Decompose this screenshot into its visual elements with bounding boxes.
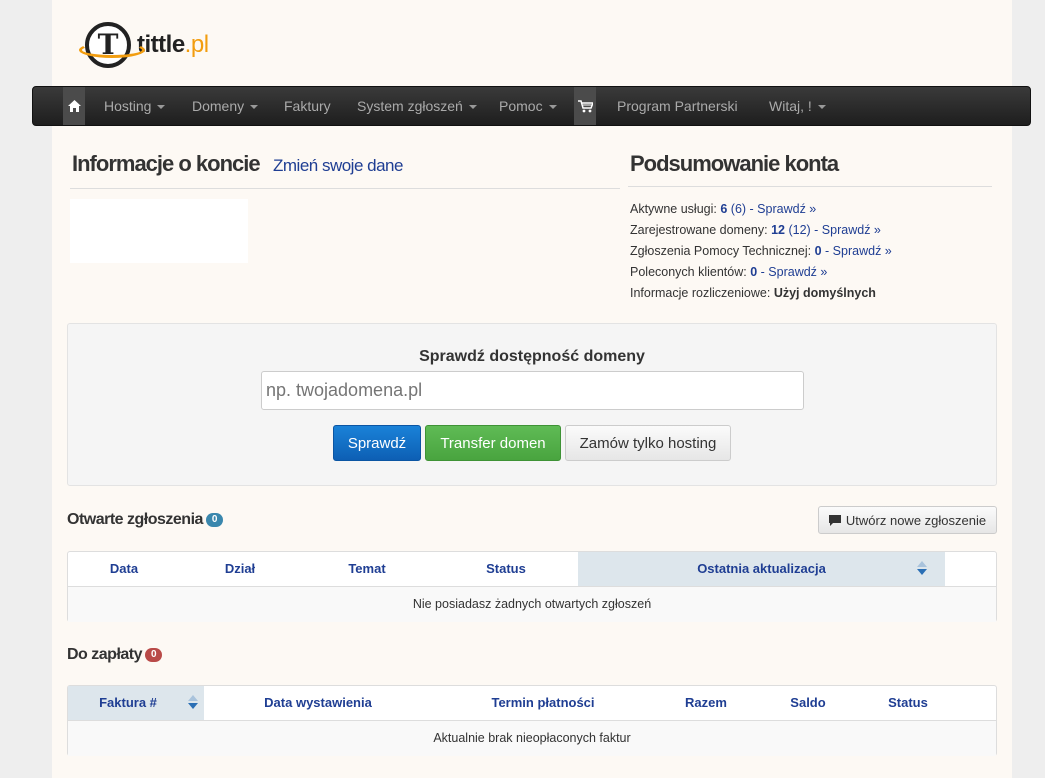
col-status[interactable]: Status bbox=[434, 552, 578, 586]
table-header: Faktura # Data wystawienia Termin płatno… bbox=[68, 686, 996, 721]
account-details-box bbox=[70, 199, 248, 263]
main-navbar: Hosting Domeny Faktury System zgłoszeń P… bbox=[32, 86, 1031, 126]
chevron-down-icon bbox=[468, 105, 477, 110]
col-razem[interactable]: Razem bbox=[654, 686, 758, 720]
summary-label: Aktywne usługi: bbox=[630, 202, 717, 216]
new-ticket-label: Utwórz nowe zgłoszenie bbox=[845, 512, 987, 528]
col-ostatnia-aktualizacja[interactable]: Ostatnia aktualizacja bbox=[578, 552, 945, 586]
col-saldo[interactable]: Saldo bbox=[758, 686, 858, 720]
nav-pomoc[interactable]: Pomoc bbox=[499, 87, 557, 125]
summary-label: Poleconych klientów: bbox=[630, 265, 747, 279]
nav-user-menu[interactable]: Witaj, ! bbox=[769, 87, 826, 125]
unpaid-heading: Do zapłaty 0 bbox=[67, 646, 163, 664]
divider bbox=[70, 188, 620, 189]
nav-domeny[interactable]: Domeny bbox=[192, 87, 259, 125]
col-termin-platnosci[interactable]: Termin płatności bbox=[432, 686, 654, 720]
account-info-title: Informacje o koncie bbox=[72, 151, 261, 176]
unpaid-invoices-table: Faktura # Data wystawienia Termin płatno… bbox=[67, 685, 997, 756]
check-services-link[interactable]: - Sprawdź » bbox=[750, 202, 817, 216]
summary-count: 0 bbox=[750, 265, 758, 279]
billing-value: Użyj domyślnych bbox=[773, 286, 876, 300]
edit-account-link[interactable]: Zmień swoje dane bbox=[273, 156, 403, 176]
col-faktura[interactable]: Faktura # bbox=[68, 686, 204, 720]
nav-system-zgloszen-label: System zgłoszeń bbox=[357, 98, 463, 114]
summary-count: 0 bbox=[814, 244, 822, 258]
col-status[interactable]: Status bbox=[858, 686, 958, 720]
nav-hosting-label: Hosting bbox=[104, 98, 152, 114]
nav-cart[interactable] bbox=[574, 87, 596, 125]
domain-check-title: Sprawdź dostępność domeny bbox=[419, 348, 645, 365]
comment-icon bbox=[828, 514, 841, 526]
summary-label: Informacje rozliczeniowe: bbox=[630, 286, 771, 300]
summary-count: 6 bbox=[720, 202, 728, 216]
nav-user-menu-label: Witaj, ! bbox=[769, 98, 812, 114]
unpaid-title: Do zapłaty bbox=[67, 646, 143, 663]
nav-program-partnerski-label: Program Partnerski bbox=[617, 98, 738, 114]
chevron-down-icon bbox=[157, 105, 166, 110]
col-ostatnia-aktualizacja-label: Ostatnia aktualizacja bbox=[697, 561, 826, 576]
cart-icon bbox=[577, 99, 593, 112]
logo-name: tittle bbox=[137, 31, 185, 58]
site-logo[interactable]: T tittle.pl bbox=[79, 22, 209, 68]
check-domain-button[interactable]: Sprawdź bbox=[333, 425, 421, 461]
chevron-down-icon bbox=[548, 105, 557, 110]
sort-icon bbox=[917, 561, 927, 579]
tickets-count-badge: 0 bbox=[205, 512, 223, 527]
check-referrals-link[interactable]: - Sprawdź » bbox=[761, 265, 828, 279]
chevron-down-icon bbox=[817, 105, 826, 110]
logo-mark: T bbox=[79, 22, 145, 68]
nav-home[interactable] bbox=[63, 87, 85, 125]
transfer-domain-button[interactable]: Transfer domen bbox=[425, 425, 561, 461]
col-faktura-label: Faktura # bbox=[99, 695, 157, 710]
account-summary-list: Aktywne usługi: 6 (6) - Sprawdź » Zareje… bbox=[630, 199, 892, 304]
empty-table-message: Aktualnie brak nieopłaconych faktur bbox=[68, 721, 996, 756]
table-header: Data Dział Temat Status Ostatnia aktuali… bbox=[68, 552, 996, 587]
summary-row-tickets: Zgłoszenia Pomocy Technicznej: 0 - Spraw… bbox=[630, 241, 892, 262]
nav-program-partnerski[interactable]: Program Partnerski bbox=[617, 87, 738, 125]
logo-text: tittle.pl bbox=[137, 31, 209, 59]
col-data[interactable]: Data bbox=[68, 552, 180, 586]
summary-row-billing: Informacje rozliczeniowe: Użyj domyślnyc… bbox=[630, 283, 892, 304]
open-tickets-heading: Otwarte zgłoszenia 0 bbox=[67, 511, 223, 529]
col-dzial[interactable]: Dział bbox=[180, 552, 300, 586]
nav-system-zgloszen[interactable]: System zgłoszeń bbox=[357, 87, 477, 125]
summary-total: (12) bbox=[788, 223, 811, 237]
logo-tld: .pl bbox=[184, 31, 209, 58]
order-hosting-button[interactable]: Zamów tylko hosting bbox=[565, 425, 731, 461]
check-domains-link[interactable]: - Sprawdź » bbox=[814, 223, 881, 237]
summary-label: Zarejestrowane domeny: bbox=[630, 223, 768, 237]
col-temat[interactable]: Temat bbox=[300, 552, 434, 586]
col-data-wystawienia[interactable]: Data wystawienia bbox=[204, 686, 432, 720]
sort-icon bbox=[188, 695, 198, 713]
nav-domeny-label: Domeny bbox=[192, 98, 245, 114]
nav-faktury-label: Faktury bbox=[284, 98, 331, 114]
empty-table-message: Nie posiadasz żadnych otwartych zgłoszeń bbox=[68, 587, 996, 622]
summary-count: 12 bbox=[771, 223, 785, 237]
summary-row-services: Aktywne usługi: 6 (6) - Sprawdź » bbox=[630, 199, 892, 220]
logo-ring bbox=[79, 42, 145, 58]
open-tickets-title: Otwarte zgłoszenia bbox=[67, 511, 203, 528]
domain-check-panel: Sprawdź dostępność domeny Sprawdź Transf… bbox=[67, 323, 997, 486]
unpaid-count-badge: 0 bbox=[145, 647, 163, 662]
divider bbox=[628, 186, 992, 187]
summary-row-referrals: Poleconych klientów: 0 - Sprawdź » bbox=[630, 262, 892, 283]
domain-search-input[interactable] bbox=[261, 371, 804, 410]
summary-total: (6) bbox=[730, 202, 747, 216]
new-ticket-button[interactable]: Utwórz nowe zgłoszenie bbox=[818, 506, 997, 534]
summary-row-domains: Zarejestrowane domeny: 12 (12) - Sprawdź… bbox=[630, 220, 892, 241]
chevron-down-icon bbox=[250, 105, 259, 110]
nav-hosting[interactable]: Hosting bbox=[104, 87, 166, 125]
open-tickets-table: Data Dział Temat Status Ostatnia aktuali… bbox=[67, 551, 997, 622]
nav-faktury[interactable]: Faktury bbox=[284, 87, 331, 125]
nav-pomoc-label: Pomoc bbox=[499, 98, 543, 114]
home-icon bbox=[67, 100, 81, 112]
check-tickets-link[interactable]: - Sprawdź » bbox=[825, 244, 892, 258]
account-summary-title: Podsumowanie konta bbox=[630, 151, 839, 176]
summary-label: Zgłoszenia Pomocy Technicznej: bbox=[630, 244, 812, 258]
